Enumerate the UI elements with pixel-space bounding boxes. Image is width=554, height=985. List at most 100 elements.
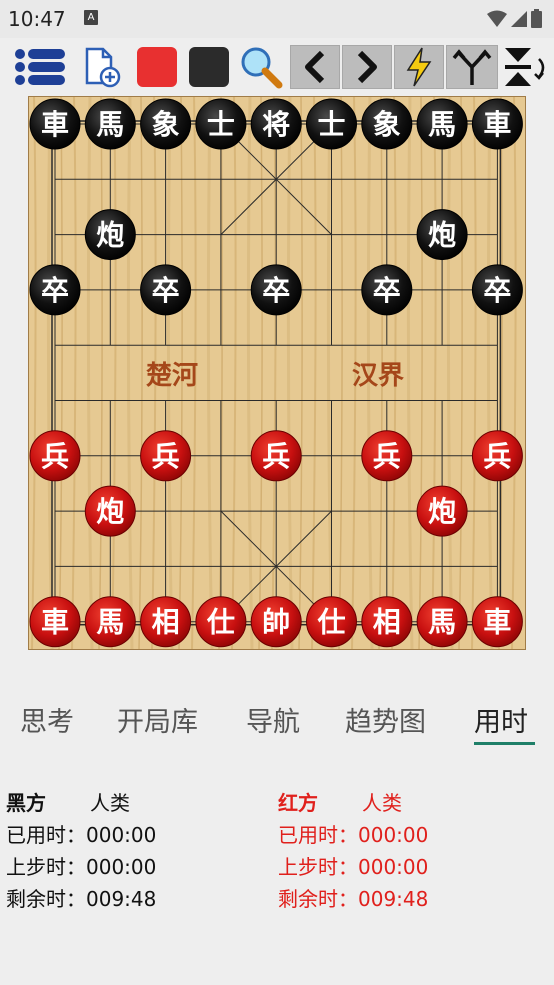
red-piece[interactable]: 炮 — [84, 485, 136, 537]
black-piece[interactable]: 士 — [306, 98, 357, 150]
red-piece[interactable]: 兵 — [471, 430, 523, 482]
black-piece[interactable]: 馬 — [84, 98, 136, 150]
red-piece[interactable]: 兵 — [361, 430, 413, 482]
red-piece-label: 車 — [41, 606, 69, 639]
branch-icon — [452, 49, 492, 85]
red-remain-time: 009:48 — [358, 887, 429, 911]
black-piece[interactable]: 象 — [361, 98, 413, 150]
red-piece-label: 兵 — [152, 440, 180, 473]
tab-navigation[interactable]: 导航 — [246, 700, 300, 739]
black-used-time: 000:00 — [86, 823, 157, 847]
black-piece[interactable]: 炮 — [84, 209, 136, 261]
black-side-label: 黑方 — [6, 791, 46, 815]
red-piece-label: 兵 — [41, 440, 69, 473]
search-icon — [241, 47, 283, 89]
red-piece[interactable]: 帥 — [250, 596, 302, 648]
red-piece[interactable]: 馬 — [84, 596, 136, 648]
red-piece[interactable]: 兵 — [140, 430, 192, 482]
red-piece[interactable]: 兵 — [29, 430, 81, 482]
tab-thinking[interactable]: 思考 — [20, 700, 74, 739]
black-piece-label: 炮 — [428, 219, 456, 252]
black-piece[interactable]: 卒 — [29, 264, 81, 316]
black-piece[interactable]: 卒 — [361, 264, 413, 316]
menu-button[interactable] — [12, 45, 68, 89]
tab-trend-chart[interactable]: 趋势图 — [345, 700, 426, 739]
black-piece[interactable]: 卒 — [140, 264, 192, 316]
red-player-type: 人类 — [362, 791, 402, 815]
battery-icon — [531, 9, 542, 28]
red-piece-label: 帥 — [262, 606, 290, 639]
black-piece[interactable]: 馬 — [416, 98, 468, 150]
red-piece[interactable]: 相 — [140, 596, 192, 648]
black-side-button[interactable] — [188, 45, 230, 89]
search-button[interactable] — [238, 45, 284, 89]
active-tab-indicator — [474, 742, 535, 745]
black-piece-label: 将 — [262, 108, 290, 141]
river-right-label: 汉界 — [352, 361, 404, 391]
red-piece-label: 兵 — [373, 440, 401, 473]
forward-button[interactable] — [342, 45, 392, 89]
black-piece-label: 象 — [373, 108, 401, 141]
black-piece-label: 卒 — [483, 274, 511, 307]
black-piece-label: 卒 — [152, 274, 180, 307]
black-swatch-icon — [189, 47, 229, 87]
red-piece[interactable]: 仕 — [306, 596, 357, 648]
black-piece[interactable]: 車 — [471, 98, 523, 150]
red-piece[interactable]: 馬 — [416, 596, 468, 648]
forward-icon — [357, 50, 377, 84]
black-piece[interactable]: 車 — [29, 98, 81, 150]
red-piece-label: 兵 — [483, 440, 511, 473]
flip-board-button[interactable] — [500, 45, 550, 89]
red-piece-label: 兵 — [262, 440, 290, 473]
back-button[interactable] — [290, 45, 340, 89]
black-used-label: 已用时： — [6, 823, 86, 847]
black-piece[interactable]: 卒 — [471, 264, 523, 316]
tab-opening-book[interactable]: 开局库 — [117, 700, 198, 739]
red-piece-label: 炮 — [96, 495, 124, 528]
red-timer-panel: 红方 人类 已用时：000:00 上步时：000:00 剩余时：009:48 — [278, 787, 428, 915]
notification-indicator: A — [84, 10, 98, 25]
red-last-time: 000:00 — [358, 855, 429, 879]
red-remain-label: 剩余时： — [278, 887, 358, 911]
black-remain-time: 009:48 — [86, 887, 157, 911]
black-piece[interactable]: 士 — [195, 98, 247, 150]
tab-time-used[interactable]: 用时 — [474, 700, 528, 739]
black-piece-label: 卒 — [41, 274, 69, 307]
status-time: 10:47 — [8, 7, 66, 31]
new-game-button[interactable] — [80, 45, 124, 89]
hint-button[interactable] — [394, 45, 444, 89]
wifi-icon — [487, 10, 507, 27]
red-side-label: 红方 — [278, 791, 318, 815]
status-icons — [487, 9, 542, 28]
black-piece-label: 馬 — [96, 108, 124, 141]
red-piece[interactable]: 車 — [471, 596, 523, 648]
status-bar: 10:47 A — [0, 0, 554, 38]
black-remain-label: 剩余时： — [6, 887, 86, 911]
black-last-time: 000:00 — [86, 855, 157, 879]
black-piece-label: 車 — [483, 108, 511, 141]
red-piece-label: 馬 — [96, 606, 124, 639]
red-piece-label: 車 — [483, 606, 511, 639]
red-used-time: 000:00 — [358, 823, 429, 847]
toolbar — [0, 40, 554, 96]
black-piece[interactable]: 卒 — [250, 264, 302, 316]
red-piece[interactable]: 兵 — [250, 430, 302, 482]
red-piece-label: 相 — [152, 606, 180, 639]
red-piece-label: 仕 — [206, 606, 235, 639]
tab-bar: 思考 开局库 导航 趋势图 用时 — [0, 700, 554, 750]
branch-button[interactable] — [446, 45, 498, 89]
red-piece[interactable]: 車 — [29, 596, 81, 648]
river-left-label: 楚河 — [146, 361, 198, 391]
red-piece-label: 馬 — [428, 606, 456, 639]
signal-icon — [511, 10, 527, 27]
red-piece[interactable]: 炮 — [416, 485, 468, 537]
black-piece[interactable]: 将 — [250, 98, 302, 150]
board-canvas[interactable]: 楚河 汉界 車馬象士将士象馬車炮 炮卒卒卒卒卒兵兵兵兵兵炮 炮車馬相仕帥仕相馬車 — [27, 95, 527, 651]
red-piece[interactable]: 仕 — [195, 596, 247, 648]
black-piece[interactable]: 炮 — [416, 209, 468, 261]
xiangqi-board[interactable]: 楚河 汉界 車馬象士将士象馬車炮炮卒卒卒卒卒兵兵兵兵兵炮炮車馬相仕帥仕相馬車 — [27, 95, 527, 651]
black-piece[interactable]: 象 — [140, 98, 192, 150]
red-piece[interactable]: 相 — [361, 596, 413, 648]
red-side-button[interactable] — [136, 45, 178, 89]
red-piece-label: 仕 — [316, 606, 345, 639]
